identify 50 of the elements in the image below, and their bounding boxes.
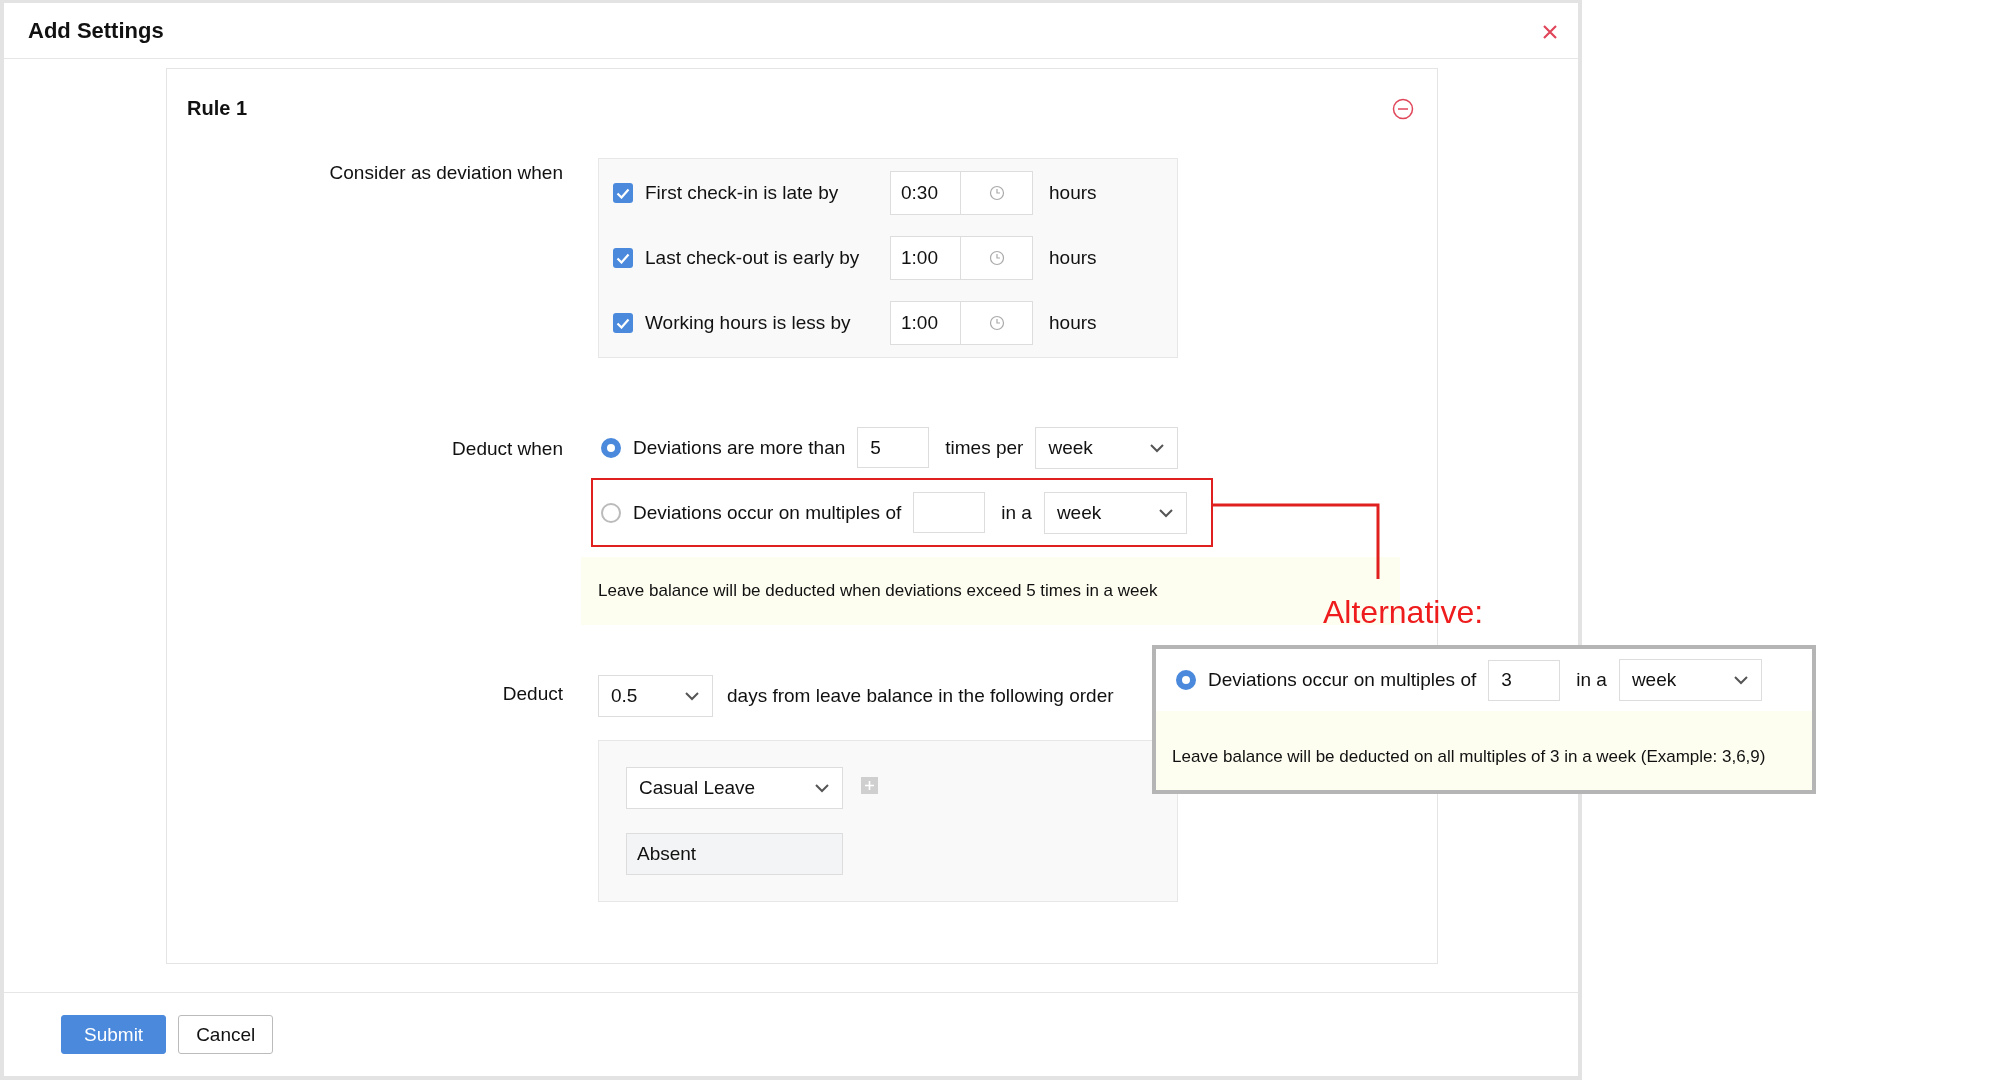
clock-icon [988, 250, 1005, 266]
checkbox[interactable] [613, 313, 633, 333]
option-label: Deviations occur on multiples of [1208, 669, 1477, 691]
field-label: Deduct [501, 682, 563, 706]
radio-button[interactable] [601, 502, 621, 523]
period-dropdown[interactable]: week [1035, 426, 1179, 469]
count-input[interactable]: 5 [857, 427, 930, 468]
period-label: times per [945, 436, 1024, 459]
remove-icon[interactable] [1392, 97, 1414, 120]
checkbox[interactable] [613, 248, 633, 268]
period-label: in a [1576, 669, 1607, 691]
close-icon [1542, 23, 1558, 40]
period-label: in a [1001, 501, 1032, 524]
unit-label: hours [1049, 182, 1097, 204]
checkbox[interactable] [613, 183, 633, 203]
option-label: Deviations occur on multiples of [633, 501, 902, 524]
period-dropdown[interactable]: week [1043, 491, 1187, 534]
rule-title: Rule 1 [187, 97, 248, 120]
clock-icon [988, 185, 1005, 201]
time-input[interactable]: 0:30 [890, 171, 960, 215]
unit-label: hours [1049, 247, 1097, 269]
field-label: Deduct when [451, 438, 563, 461]
condition-label: Last check-out is early by [645, 247, 861, 269]
amount-dropdown[interactable]: 0.5 [598, 675, 713, 717]
unit-label: hours [1049, 312, 1097, 334]
clock-icon [988, 315, 1005, 331]
chevron-down-icon [814, 783, 830, 793]
option-label: Deviations are more than [633, 436, 846, 459]
radio-button[interactable] [601, 437, 621, 458]
chevron-down-icon [684, 691, 700, 701]
condition-label: Working hours is less by [645, 312, 852, 334]
submit-button[interactable]: Submit [61, 1015, 167, 1054]
annotation-label: Alternative: [1323, 594, 1484, 631]
count-input[interactable] [913, 492, 986, 533]
leave-type-dropdown[interactable]: Casual Leave [626, 767, 843, 809]
chevron-down-icon [1157, 507, 1174, 518]
time-input[interactable]: 1:00 [890, 236, 960, 280]
cancel-button[interactable]: Cancel [178, 1015, 274, 1054]
dialog-title: Add Settings [28, 17, 164, 44]
chevron-down-icon [1732, 675, 1749, 685]
count-input[interactable]: 3 [1488, 659, 1561, 701]
chevron-down-icon [1149, 442, 1166, 453]
info-note: Leave balance will be deducted on all multiples of 3 in a week (Example: 3,6,9) [1156, 711, 1812, 790]
condition-label: First check-in is late by [645, 182, 840, 204]
period-dropdown[interactable]: week [1618, 659, 1762, 701]
deduct-description: days from leave balance in the following order [727, 685, 1114, 707]
leave-type-field: Absent [626, 833, 843, 875]
radio-button[interactable] [1176, 670, 1196, 690]
time-input[interactable]: 1:00 [890, 301, 960, 345]
field-label: Consider as deviation when [328, 161, 563, 185]
